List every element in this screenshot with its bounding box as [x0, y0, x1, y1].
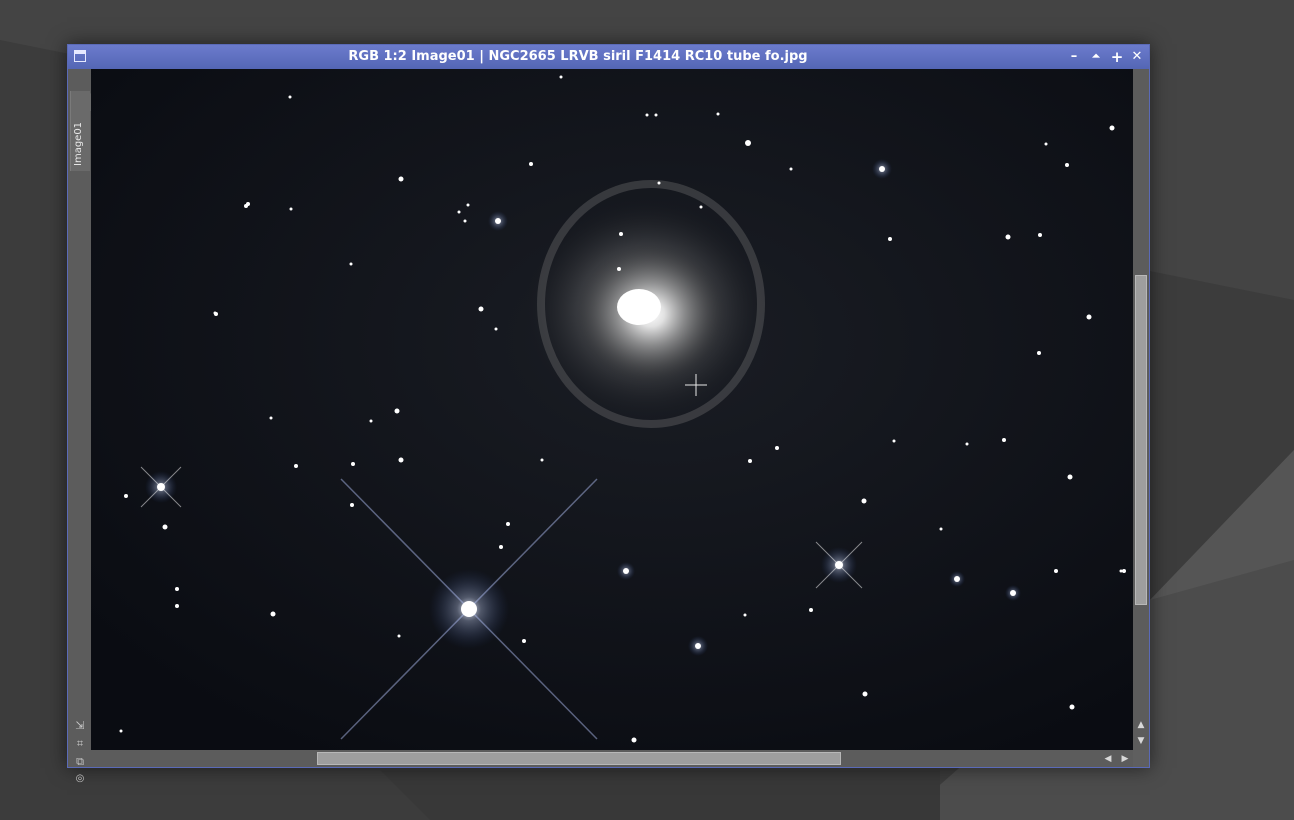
image-tab-label: Image01 — [73, 121, 84, 166]
window-title: RGB 1:2 Image01 | NGC2665 LRVB siril F14… — [348, 49, 808, 64]
fit-icon[interactable]: ⌗ — [73, 737, 87, 751]
arrow-icon[interactable]: ⇲ — [73, 719, 87, 733]
vertical-scrollbar[interactable]: ▲ ▼ — [1133, 69, 1149, 750]
window-titlebar[interactable]: RGB 1:2 Image01 | NGC2665 LRVB siril F14… — [68, 45, 1149, 69]
view-tab-strip: Image01 ⇲ ⌗ ⧉ ◎ — [68, 69, 93, 784]
clone-icon[interactable]: ⧉ — [73, 755, 87, 769]
horizontal-scrollbar[interactable]: ◀ ▶ — [91, 750, 1133, 767]
scroll-right-arrow[interactable]: ▶ — [1120, 754, 1130, 764]
scroll-left-arrow[interactable]: ◀ — [1103, 754, 1113, 764]
maximize-button[interactable]: + — [1109, 49, 1125, 65]
vertical-scroll-thumb[interactable] — [1135, 275, 1147, 605]
close-button[interactable]: ✕ — [1129, 49, 1145, 65]
image-window[interactable]: RGB 1:2 Image01 | NGC2665 LRVB siril F14… — [67, 44, 1150, 784]
shade-button[interactable]: ⏶ — [1088, 49, 1104, 65]
horizontal-scroll-thumb[interactable] — [317, 752, 841, 765]
image-viewport[interactable] — [91, 69, 1133, 750]
image-tab[interactable]: Image01 — [70, 91, 93, 171]
settings-icon[interactable]: ◎ — [73, 772, 87, 786]
scroll-down-arrow[interactable]: ▼ — [1136, 736, 1146, 746]
minimize-button[interactable]: – — [1066, 49, 1082, 65]
astro-image — [91, 69, 1133, 750]
scroll-up-arrow[interactable]: ▲ — [1136, 720, 1146, 730]
